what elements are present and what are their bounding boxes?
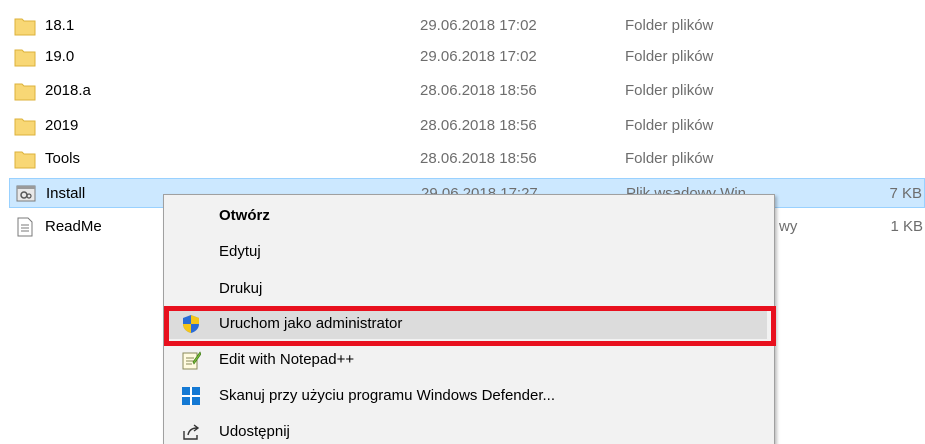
file-row-19-0[interactable]: 19.0 29.06.2018 17:02 Folder plików bbox=[9, 42, 925, 72]
file-size: 1 KB bbox=[890, 218, 923, 235]
text-file-icon bbox=[14, 217, 36, 237]
folder-icon bbox=[14, 81, 36, 101]
file-explorer: 18.1 29.06.2018 17:02 Folder plików 19.0… bbox=[0, 0, 925, 444]
folder-icon bbox=[14, 16, 36, 36]
uac-shield-icon bbox=[181, 314, 201, 334]
folder-icon bbox=[14, 116, 36, 136]
menu-item-run-as-admin[interactable]: Uruchom jako administrator bbox=[169, 309, 767, 339]
menu-item-open[interactable]: Otwórz bbox=[169, 201, 767, 231]
menu-item-share[interactable]: Udostępnij bbox=[169, 417, 767, 444]
file-name: Tools bbox=[45, 150, 81, 167]
file-type: Folder plików bbox=[625, 150, 714, 167]
folder-icon bbox=[14, 47, 36, 67]
file-type: wy bbox=[779, 218, 798, 235]
file-type: Folder plików bbox=[625, 48, 714, 65]
file-size: 7 KB bbox=[889, 185, 922, 202]
menu-item-label: Edytuj bbox=[219, 243, 261, 260]
file-name: ReadMe bbox=[45, 218, 102, 235]
folder-icon bbox=[14, 149, 36, 169]
file-name: 19.0 bbox=[45, 48, 75, 65]
menu-item-label: Skanuj przy użyciu programu Windows Defe… bbox=[219, 387, 555, 404]
file-row-tools[interactable]: Tools 28.06.2018 18:56 Folder plików bbox=[9, 144, 925, 174]
file-name: 2019 bbox=[45, 117, 79, 134]
menu-item-edit[interactable]: Edytuj bbox=[169, 237, 767, 267]
file-type: Folder plików bbox=[625, 117, 714, 134]
file-name: 18.1 bbox=[45, 17, 75, 34]
share-icon bbox=[181, 422, 201, 442]
menu-item-label: Uruchom jako administrator bbox=[219, 315, 403, 332]
file-row-18-1[interactable]: 18.1 29.06.2018 17:02 Folder plików bbox=[9, 11, 925, 41]
batch-file-icon bbox=[15, 184, 37, 204]
file-date: 28.06.2018 18:56 bbox=[420, 117, 537, 134]
context-menu: Otwórz Edytuj Drukuj Uruchom jako admini… bbox=[163, 194, 775, 444]
windows-defender-icon bbox=[181, 386, 201, 406]
file-date: 28.06.2018 18:56 bbox=[420, 150, 537, 167]
file-name: Install bbox=[46, 185, 86, 202]
file-date: 29.06.2018 17:02 bbox=[420, 17, 537, 34]
menu-item-print[interactable]: Drukuj bbox=[169, 274, 767, 304]
file-row-2018-a[interactable]: 2018.a 28.06.2018 18:56 Folder plików bbox=[9, 76, 925, 106]
notepad-plus-plus-icon bbox=[181, 350, 202, 370]
file-type: Folder plików bbox=[625, 82, 714, 99]
menu-item-notepad-plus-plus[interactable]: Edit with Notepad++ bbox=[169, 345, 767, 375]
file-name: 2018.a bbox=[45, 82, 91, 99]
menu-item-windows-defender-scan[interactable]: Skanuj przy użyciu programu Windows Defe… bbox=[169, 381, 767, 411]
file-row-2019[interactable]: 2019 28.06.2018 18:56 Folder plików bbox=[9, 111, 925, 141]
menu-item-label: Udostępnij bbox=[219, 423, 290, 440]
file-date: 28.06.2018 18:56 bbox=[420, 82, 537, 99]
menu-item-label: Edit with Notepad++ bbox=[219, 351, 355, 368]
file-date: 29.06.2018 17:02 bbox=[420, 48, 537, 65]
menu-item-label: Otwórz bbox=[219, 207, 270, 224]
file-type: Folder plików bbox=[625, 17, 714, 34]
menu-item-label: Drukuj bbox=[219, 280, 263, 297]
